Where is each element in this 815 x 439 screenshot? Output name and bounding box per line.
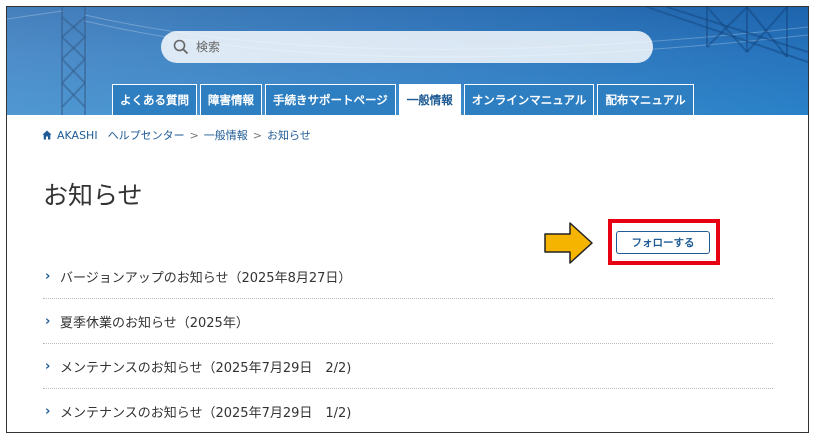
search-bar[interactable] xyxy=(161,31,653,63)
chevron-right-icon: › xyxy=(45,268,51,284)
tab-faq[interactable]: よくある質問 xyxy=(112,84,197,115)
article-link[interactable]: メンテナンスのお知らせ（2025年7月29日 1/2) xyxy=(60,402,351,421)
breadcrumb-current-page[interactable]: お知らせ xyxy=(267,127,311,143)
follow-button[interactable]: フォローする xyxy=(616,231,710,254)
search-icon xyxy=(173,39,189,55)
chevron-right-icon: › xyxy=(45,313,51,329)
article-link[interactable]: メンテナンスのお知らせ（2025年7月29日 2/2) xyxy=(60,357,351,376)
breadcrumb-general-info-link[interactable]: 一般情報 xyxy=(204,127,248,143)
tab-distribution-manual[interactable]: 配布マニュアル xyxy=(597,84,694,115)
search-input[interactable] xyxy=(196,40,616,54)
chevron-right-icon: › xyxy=(45,404,51,419)
tab-procedure-support[interactable]: 手続きサポートページ xyxy=(265,84,396,115)
breadcrumb-separator: > xyxy=(189,128,199,142)
list-item[interactable]: › バージョンアップのお知らせ（2025年8月27日） xyxy=(43,254,773,299)
list-item[interactable]: › メンテナンスのお知らせ（2025年7月29日 1/2) xyxy=(43,389,773,432)
list-item[interactable]: › メンテナンスのお知らせ（2025年7月29日 2/2) xyxy=(43,344,773,389)
list-item[interactable]: › 夏季休業のお知らせ（2025年） xyxy=(43,299,773,344)
article-link[interactable]: 夏季休業のお知らせ（2025年） xyxy=(60,312,249,331)
breadcrumb: AKASHI ヘルプセンター > 一般情報 > お知らせ xyxy=(42,127,311,143)
header-banner: よくある質問 障害情報 手続きサポートページ 一般情報 オンラインマニュアル 配… xyxy=(7,7,808,115)
breadcrumb-help-center-link[interactable]: ヘルプセンター xyxy=(108,127,185,143)
article-link[interactable]: バージョンアップのお知らせ（2025年8月27日） xyxy=(60,267,351,286)
breadcrumb-separator: > xyxy=(252,128,263,142)
tab-incidents[interactable]: 障害情報 xyxy=(200,84,262,115)
home-icon xyxy=(42,130,52,140)
page-title: お知らせ xyxy=(43,181,143,210)
breadcrumb-home-link[interactable]: AKASHI xyxy=(57,129,98,142)
tab-general-info[interactable]: 一般情報 xyxy=(398,84,461,115)
article-list: › バージョンアップのお知らせ（2025年8月27日） › 夏季休業のお知らせ（… xyxy=(43,254,773,432)
help-center-window: よくある質問 障害情報 手続きサポートページ 一般情報 オンラインマニュアル 配… xyxy=(6,6,809,433)
tab-online-manual[interactable]: オンラインマニュアル xyxy=(463,84,595,115)
chevron-right-icon: › xyxy=(45,358,51,374)
category-tabs: よくある質問 障害情報 手続きサポートページ 一般情報 オンラインマニュアル 配… xyxy=(112,84,697,115)
